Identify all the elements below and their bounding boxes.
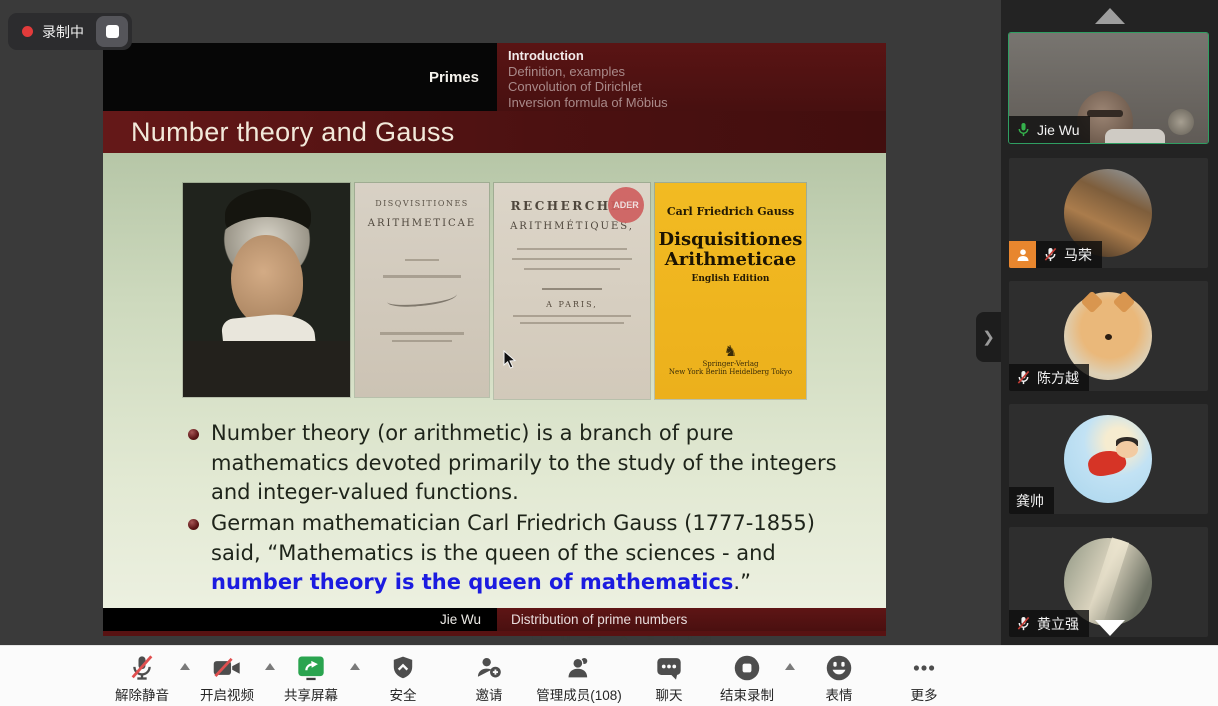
participant-name: 马荣 [1064,245,1092,265]
slide-footer-title-bar: Distribution of prime numbers [497,608,886,631]
meeting-toolbar: 解除静音 开启视频 共享屏幕 [0,645,1218,706]
cover-edition: English Edition [655,274,806,284]
stop-recording-button[interactable] [96,16,128,47]
participant-name: 陈方越 [1037,368,1079,388]
more-dots-icon [910,654,938,682]
bullet-2-text: German mathematician Carl Friedrich Gaus… [211,511,815,565]
recording-label: 录制中 [42,22,84,42]
mic-on-icon [1016,122,1031,137]
cover-cities: New York Berlin Heidelberg Tokyo [655,368,806,376]
slide-bottom-strip [103,631,886,636]
share-screen-icon [296,654,326,682]
footer-title: Distribution of prime numbers [511,612,687,627]
nav-current: Introduction [508,48,886,64]
recording-dot-icon [22,26,33,37]
cover-publisher: Springer-Verlag [655,360,806,368]
signature-mark [387,288,458,309]
more-button[interactable]: 更多 [869,651,979,704]
participant-name: Jie Wu [1037,122,1080,138]
footer-author: Jie Wu [440,612,481,627]
nav-item: Convolution of Dirichlet [508,79,886,95]
bullet-marker-icon [188,519,199,530]
recherches-arithmetiques-cover: ADER RECHERCHES ARITHMÉTIQUES, A PARIS, [494,183,650,399]
participant-tile-ma-rong[interactable]: 马荣 [1009,158,1208,268]
slide-title-bar: Number theory and Gauss [103,111,886,153]
cover-title: Disquisitiones Arithmeticae [655,230,806,270]
disquisitiones-original-cover: DISQVISITIONES ARITHMETICAE [355,183,489,397]
chat-bubble-icon [655,654,683,682]
stop-square-icon [106,25,119,38]
mouse-cursor-icon [503,350,517,370]
slide-body: DISQVISITIONES ARITHMETICAE ADER RECHERC… [103,153,886,608]
participants-icon [565,654,593,682]
ader-stamp: ADER [608,187,644,223]
slide-footer-author-bar: Jie Wu [103,608,497,631]
meeting-window: 录制中 Primes Introduction Definition, exam… [0,0,1218,706]
slide-title: Number theory and Gauss [131,117,455,148]
invite-person-icon [475,654,503,682]
shared-screen-stage: 录制中 Primes Introduction Definition, exam… [0,0,1001,645]
bullet-2-highlight: number theory is the queen of mathematic… [211,570,733,594]
recording-indicator: 录制中 [8,13,132,50]
more-label: 更多 [869,684,979,704]
participants-panel: Jie Wu 马荣 [1001,0,1218,645]
emoji-smiley-icon [825,654,853,682]
nav-item: Definition, examples [508,64,886,80]
stop-record-icon [733,654,761,682]
mic-muted-icon [1043,247,1058,262]
cover-text: ARITHMETICAE [355,218,489,229]
participant-name: 黄立强 [1037,614,1079,634]
springer-logo-icon: ♞ [655,342,806,360]
participant-tile-chen-fangyue[interactable]: 陈方越 [1009,281,1208,391]
disquisitiones-english-cover: Carl Friedrich Gauss Disquisitiones Arit… [655,183,806,399]
camera-off-icon [212,654,242,682]
panel-collapse-handle[interactable]: ❯ [976,312,1001,362]
bullet-item-1: Number theory (or arithmetic) is a branc… [211,419,851,508]
cover-author: Carl Friedrich Gauss [655,205,806,218]
slide-tab-label: Primes [429,69,479,86]
mic-muted-icon [1016,370,1031,385]
host-badge-icon [1009,241,1036,268]
participant-tile-gong-shuai[interactable]: 龚帅 [1009,404,1208,514]
scroll-up-arrow[interactable] [1095,8,1125,24]
cover-text: A PARIS, [494,300,650,309]
participant-tile-jie-wu[interactable]: Jie Wu [1009,33,1208,143]
bullet-marker-icon [188,429,199,440]
nav-item: Inversion formula of Möbius [508,95,886,111]
slide-nav-outline: Introduction Definition, examples Convol… [497,43,886,111]
slide-section-tab: Primes [103,43,497,111]
participant-name: 龚帅 [1016,491,1044,511]
mic-muted-icon [128,654,156,682]
bullet-1-text: Number theory (or arithmetic) is a branc… [211,421,837,504]
avatar [1064,415,1152,503]
scroll-down-arrow[interactable] [1095,620,1125,636]
cover-text: DISQVISITIONES [355,199,489,208]
gauss-portrait-image [183,183,350,397]
shield-icon [390,654,416,682]
presentation-slide: Primes Introduction Definition, examples… [103,43,886,636]
bullet-2-end: .” [733,570,751,594]
bullet-item-2: German mathematician Carl Friedrich Gaus… [211,509,851,598]
chevron-right-icon: ❯ [982,328,995,346]
mic-muted-icon [1016,616,1031,631]
